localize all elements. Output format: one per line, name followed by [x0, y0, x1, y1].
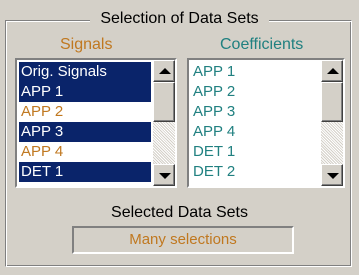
selected-data-sets-display: Many selections: [72, 226, 294, 254]
coefficients-scrollbar[interactable]: [321, 60, 343, 186]
arrow-up-icon: [159, 68, 171, 74]
list-item[interactable]: APP 4: [191, 122, 319, 142]
list-item[interactable]: DET 1: [191, 142, 319, 162]
list-item[interactable]: APP 1: [191, 62, 319, 82]
scroll-up-button[interactable]: [153, 60, 175, 82]
selected-data-sets-label: Selected Data Sets: [111, 204, 248, 221]
signals-scrollbar[interactable]: [153, 60, 175, 186]
coefficients-label: Coefficients: [220, 36, 304, 53]
list-item[interactable]: DET 1: [19, 162, 151, 182]
scroll-down-button[interactable]: [153, 164, 175, 186]
signals-label: Signals: [60, 36, 113, 53]
list-item[interactable]: APP 1: [19, 82, 151, 102]
scroll-down-button[interactable]: [321, 164, 343, 186]
signals-listbox[interactable]: Orig. Signals APP 1 APP 2 APP 3 APP 4 DE…: [15, 58, 177, 188]
signals-list: Orig. Signals APP 1 APP 2 APP 3 APP 4 DE…: [19, 62, 151, 182]
groupbox-title: Selection of Data Sets: [0, 10, 359, 28]
list-item[interactable]: APP 3: [191, 102, 319, 122]
scroll-thumb[interactable]: [153, 82, 175, 122]
scroll-up-button[interactable]: [321, 60, 343, 82]
arrow-down-icon: [327, 173, 339, 179]
list-item[interactable]: APP 2: [191, 82, 319, 102]
list-item[interactable]: Orig. Signals: [19, 62, 151, 82]
list-item[interactable]: DET 2: [191, 162, 319, 182]
arrow-down-icon: [159, 173, 171, 179]
arrow-up-icon: [327, 68, 339, 74]
list-item[interactable]: APP 2: [19, 102, 151, 122]
list-item[interactable]: APP 4: [19, 142, 151, 162]
list-item[interactable]: APP 3: [19, 122, 151, 142]
coefficients-list: APP 1 APP 2 APP 3 APP 4 DET 1 DET 2: [191, 62, 319, 182]
coefficients-listbox[interactable]: APP 1 APP 2 APP 3 APP 4 DET 1 DET 2: [187, 58, 345, 188]
scroll-thumb[interactable]: [321, 82, 343, 122]
